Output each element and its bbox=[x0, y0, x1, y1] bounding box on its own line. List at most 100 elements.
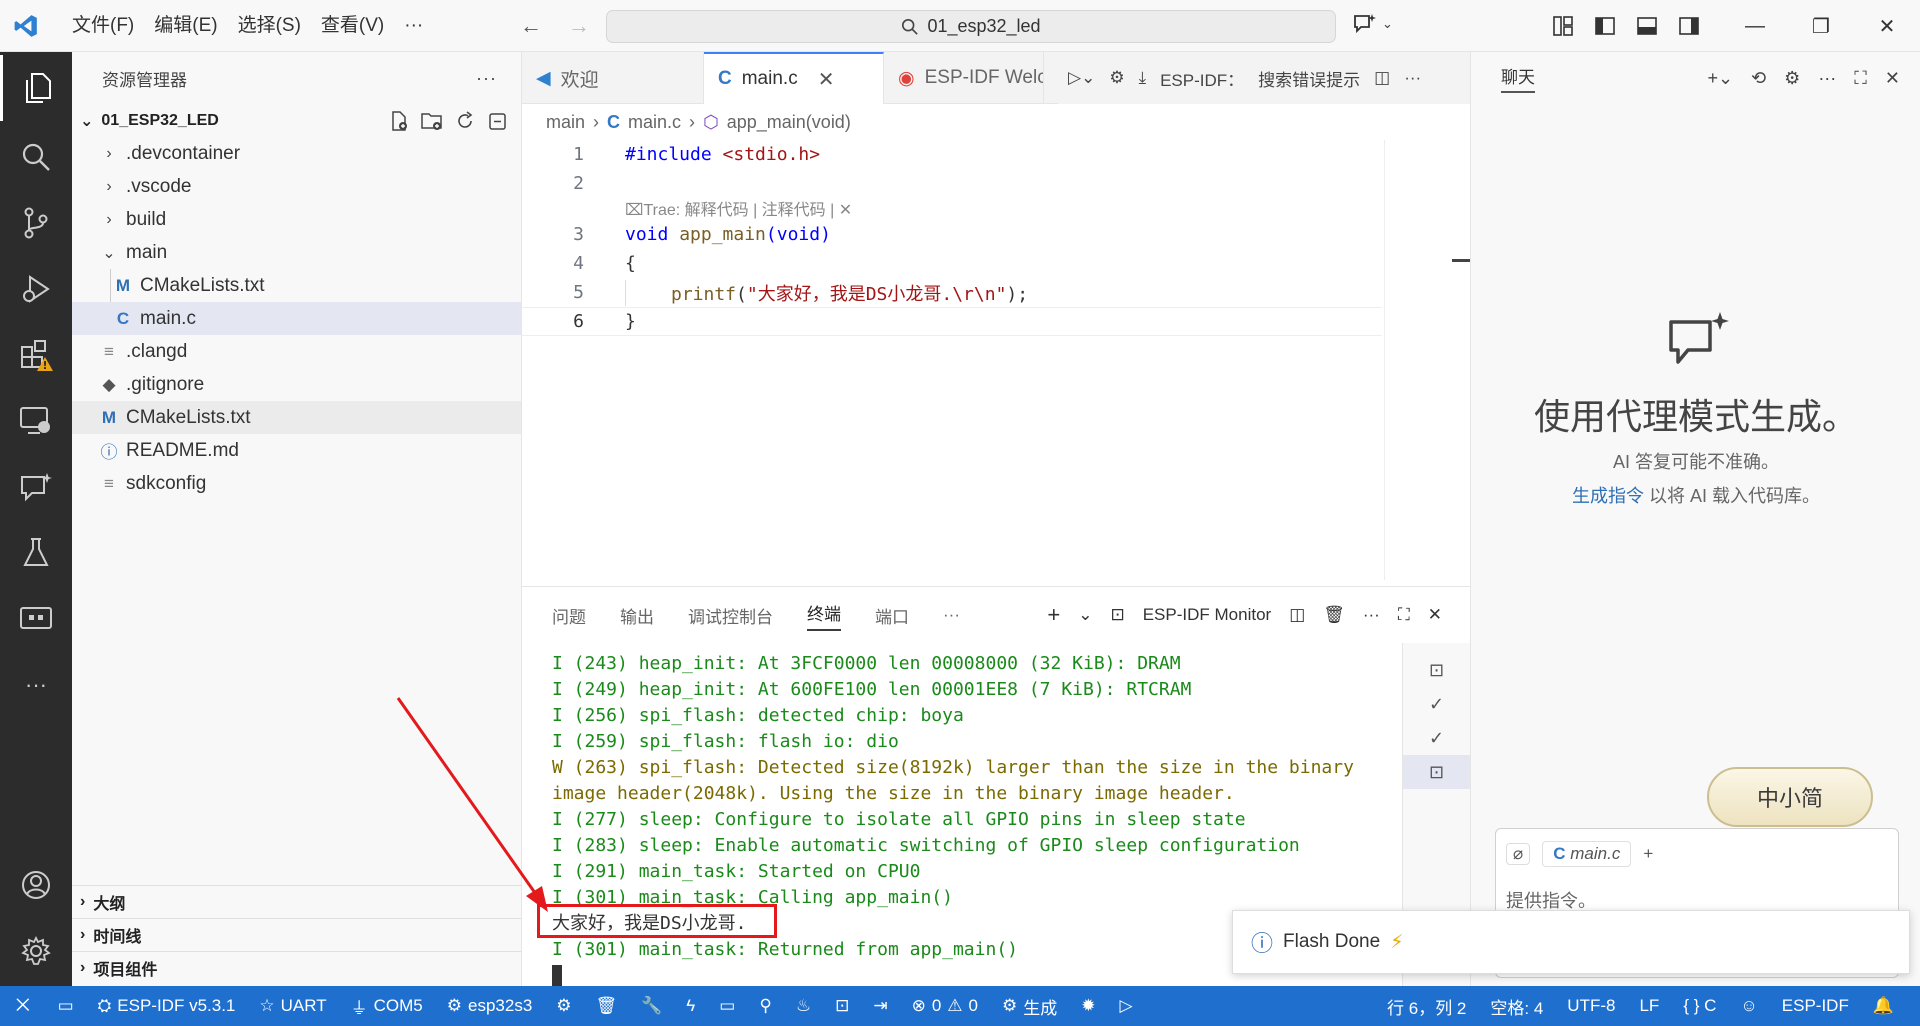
settings-gear-icon[interactable] bbox=[0, 918, 72, 984]
trash-icon[interactable]: 🗑 bbox=[1323, 605, 1345, 625]
folder-icon[interactable]: ▭ bbox=[46, 986, 86, 1026]
menu-select[interactable]: 选择(S) bbox=[228, 0, 311, 52]
tree-file-main-cmakelists[interactable]: M CMakeLists.txt bbox=[72, 269, 521, 335]
split-terminal-icon[interactable]: ◫ bbox=[1289, 605, 1305, 625]
tab-welcome[interactable]: ◀ 欢迎 bbox=[522, 52, 704, 104]
tree-file-readme[interactable]: ⓘ README.md bbox=[72, 434, 521, 467]
cursor-position[interactable]: 行 6，列 2 bbox=[1375, 986, 1478, 1026]
close-icon[interactable]: ✕ bbox=[1885, 68, 1900, 89]
tree-file-root-cmakelists[interactable]: M CMakeLists.txt bbox=[72, 401, 521, 434]
menu-file[interactable]: 文件(F) bbox=[62, 0, 144, 52]
refresh-icon[interactable] bbox=[455, 110, 475, 131]
chevron-down-icon[interactable]: ⌄ bbox=[1078, 605, 1092, 625]
notification-toast[interactable]: ⓘ Flash Done ⚡ bbox=[1232, 910, 1910, 974]
indentation[interactable]: 空格: 4 bbox=[1478, 986, 1555, 1026]
more-actions-icon[interactable]: ··· bbox=[1818, 68, 1836, 89]
toggle-sidebar-icon[interactable] bbox=[1590, 11, 1620, 41]
esp-idf-device-icon[interactable] bbox=[0, 586, 72, 652]
close-icon[interactable]: ✕ bbox=[834, 202, 852, 219]
tree-folder-devcontainer[interactable]: › .devcontainer bbox=[72, 137, 521, 170]
tab-main-c[interactable]: C main.c ✕ bbox=[704, 52, 884, 104]
forward-arrow-icon[interactable]: → bbox=[568, 13, 590, 39]
monitor-label[interactable]: ESP-IDF Monitor bbox=[1143, 605, 1271, 625]
toggle-secondary-sidebar-icon[interactable] bbox=[1674, 11, 1704, 41]
close-window-button[interactable]: ✕ bbox=[1854, 0, 1920, 52]
more-actions-icon[interactable]: ··· bbox=[1404, 68, 1421, 88]
play-icon[interactable]: ▷ bbox=[1108, 986, 1145, 1026]
menu-view[interactable]: 查看(V) bbox=[311, 0, 394, 52]
run-debug-dropdown-icon[interactable]: ▷⌄ bbox=[1068, 68, 1095, 88]
source-control-icon[interactable] bbox=[0, 190, 72, 256]
more-views-icon[interactable]: ··· bbox=[0, 652, 72, 718]
tab-ports[interactable]: 端口 bbox=[875, 603, 909, 628]
split-editor-icon[interactable]: ◫ bbox=[1374, 68, 1390, 88]
debug-icon[interactable]: ⚲ bbox=[747, 986, 783, 1026]
flash-download-icon[interactable]: ⤓ bbox=[1139, 68, 1147, 88]
menu-edit[interactable]: 编辑(E) bbox=[144, 0, 227, 52]
terminal-icon[interactable]: ⊡ bbox=[823, 986, 861, 1026]
command-center-search[interactable]: 01_esp32_led bbox=[606, 10, 1336, 43]
new-file-icon[interactable] bbox=[389, 110, 409, 131]
menu-more[interactable]: ··· bbox=[394, 0, 433, 52]
tab-problems[interactable]: 问题 bbox=[552, 603, 586, 628]
copilot-icon[interactable]: ☺ bbox=[1728, 986, 1769, 1026]
breadcrumb-symbol[interactable]: app_main(void) bbox=[727, 112, 851, 133]
account-icon[interactable] bbox=[0, 852, 72, 918]
target-chip[interactable]: ⚙ esp32s3 bbox=[435, 986, 545, 1026]
timeline-section[interactable]: › 时间线 bbox=[72, 918, 522, 951]
toggle-panel-icon[interactable] bbox=[1632, 11, 1662, 41]
back-arrow-icon[interactable]: ← bbox=[520, 13, 542, 39]
attach-icon[interactable]: ⌀ bbox=[1506, 843, 1531, 865]
chat-toggle-button[interactable]: ⌄ bbox=[1352, 12, 1393, 36]
remote-indicator-icon[interactable]: ⨉ bbox=[0, 986, 46, 1026]
search-activity-icon[interactable] bbox=[0, 124, 72, 190]
restore-button[interactable]: ❐ bbox=[1788, 0, 1854, 52]
extensions-icon[interactable]: ! bbox=[0, 322, 72, 388]
project-components-section[interactable]: › 项目组件 bbox=[72, 951, 522, 984]
terminal-instance-icon[interactable]: ⊡ bbox=[1403, 653, 1470, 687]
collapse-all-icon[interactable] bbox=[487, 111, 507, 131]
customize-layout-icon[interactable] bbox=[1548, 11, 1578, 41]
encoding[interactable]: UTF-8 bbox=[1555, 986, 1627, 1026]
code-editor[interactable]: 1 #include <stdio.h> 2 ⌧Trae: 解释代码 | 注释代… bbox=[522, 140, 1470, 586]
explorer-more-button[interactable]: ··· bbox=[476, 68, 497, 89]
tab-esp-idf-welcome[interactable]: ◉ ESP-IDF Welc bbox=[884, 52, 1044, 104]
flash-icon[interactable]: ϟ bbox=[674, 986, 707, 1026]
new-terminal-icon[interactable]: + bbox=[1047, 602, 1060, 628]
tab-output[interactable]: 输出 bbox=[620, 603, 654, 628]
gear-icon[interactable]: ⚙ bbox=[544, 986, 583, 1026]
tree-file-sdkconfig[interactable]: ≡ sdkconfig bbox=[72, 467, 521, 500]
close-panel-icon[interactable]: ✕ bbox=[1428, 605, 1442, 625]
tree-folder-main[interactable]: ⌄ main bbox=[72, 236, 521, 269]
export-icon[interactable]: ⇥ bbox=[861, 986, 899, 1026]
tab-debug-console[interactable]: 调试控制台 bbox=[688, 603, 773, 628]
tree-folder-vscode[interactable]: › .vscode bbox=[72, 170, 521, 203]
breadcrumb-folder[interactable]: main bbox=[546, 112, 585, 133]
tab-terminal[interactable]: 终端 bbox=[807, 600, 841, 631]
problems-indicator[interactable]: ⊗ 0 ⚠ 0 bbox=[900, 986, 990, 1026]
serial-port[interactable]: ⏚ COM5 bbox=[339, 986, 435, 1026]
explorer-icon[interactable] bbox=[0, 55, 72, 121]
terminal-instance-icon[interactable]: ⊡ bbox=[1403, 755, 1470, 789]
minimap[interactable] bbox=[1380, 140, 1470, 586]
flash-method[interactable]: ☆ UART bbox=[247, 986, 338, 1026]
search-error-hint-button[interactable]: 搜索错误提示 bbox=[1258, 66, 1360, 91]
minimize-button[interactable]: — bbox=[1722, 0, 1788, 52]
maximize-panel-icon[interactable]: ⛶ bbox=[1398, 605, 1410, 625]
esp-idf-version[interactable]: ⛭ ESP-IDF v5.3.1 bbox=[86, 986, 248, 1026]
esp-idf-status[interactable]: ESP-IDF bbox=[1770, 986, 1861, 1026]
chat-title[interactable]: 聊天 bbox=[1501, 63, 1535, 93]
project-root[interactable]: ⌄ 01_ESP32_LED bbox=[72, 104, 521, 137]
new-folder-icon[interactable] bbox=[421, 111, 443, 131]
fire-icon[interactable]: ♨ bbox=[784, 986, 823, 1026]
add-context-icon[interactable]: + bbox=[1643, 844, 1653, 864]
testing-flask-icon[interactable] bbox=[0, 520, 72, 586]
generate-instructions-link[interactable]: 生成指令 bbox=[1572, 486, 1644, 506]
context-file-chip[interactable]: C main.c bbox=[1542, 841, 1632, 867]
more-actions-icon[interactable]: ··· bbox=[1363, 605, 1380, 625]
code-lens[interactable]: ⌧Trae: 解释代码 | 注释代码 | ✕ bbox=[625, 196, 852, 220]
check-icon[interactable]: ✓ bbox=[1403, 721, 1470, 755]
gear-icon[interactable]: ⚙ bbox=[1109, 68, 1124, 88]
tree-file-main-c[interactable]: C main.c bbox=[72, 302, 521, 335]
history-icon[interactable]: ⟲ bbox=[1751, 68, 1766, 89]
